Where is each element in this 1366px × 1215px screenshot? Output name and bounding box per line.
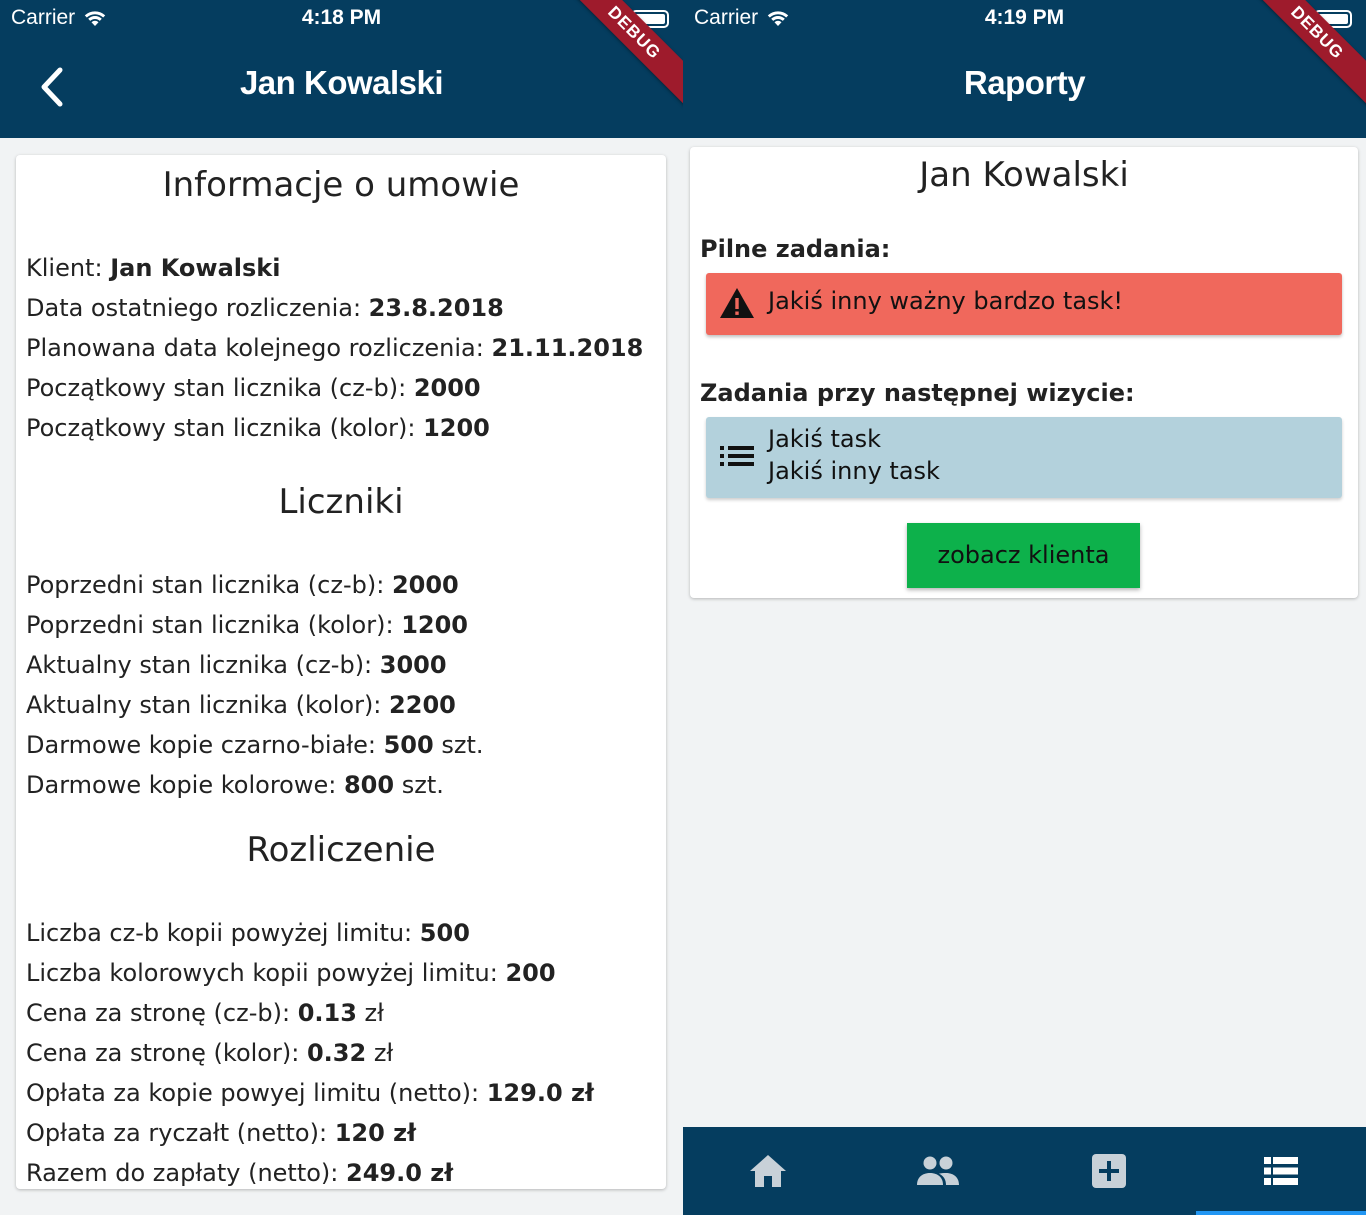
info-unit: szt. [441,731,484,759]
view-client-button[interactable]: zobacz klienta [907,523,1140,588]
status-bar: Carrier 4:19 PM [683,6,1366,32]
info-label: Planowana data kolejnego rozliczenia: [26,334,484,362]
info-value: 800 [343,771,395,799]
info-row: Opłata za ryczałt (netto): 120 zł [26,1119,416,1147]
urgent-task-text: Jakiś inny ważny bardzo task! [768,287,1124,315]
info-label: Razem do zapłaty (netto): [26,1159,339,1187]
nav-reports[interactable] [1196,1127,1366,1215]
info-row: Poprzedni stan licznika (kolor): 1200 [26,611,468,639]
bottom-navigation [683,1127,1366,1215]
info-value: 120 zł [334,1119,417,1147]
info-value: 200 [505,959,556,987]
info-row: Planowana data kolejnego rozliczenia: 21… [26,334,643,362]
info-label: Aktualny stan licznika (cz-b): [26,651,373,679]
info-unit: zł [373,1039,394,1067]
info-value: 21.11.2018 [491,334,644,362]
info-value: 2000 [413,374,481,402]
task-item: Jakiś task [768,425,882,453]
info-label: Początkowy stan licznika (cz-b): [26,374,407,402]
urgent-task-item[interactable]: Jakiś inny ważny bardzo task! [706,273,1342,335]
nav-clients[interactable] [853,1127,1023,1215]
info-label: Data ostatniego rozliczenia: [26,294,362,322]
urgent-tasks-label: Pilne zadania: [700,235,891,263]
info-value: 2000 [391,571,459,599]
view-list-icon [1264,1157,1298,1185]
app-bar: Carrier 4:18 PM DEBUG Jan Kowalski [0,0,683,138]
info-row: Aktualny stan licznika (cz-b): 3000 [26,651,447,679]
info-label: Aktualny stan licznika (kolor): [26,691,382,719]
info-value: 1200 [401,611,468,639]
active-tab-indicator [1196,1211,1366,1215]
task-item: Jakiś inny task [768,457,940,485]
warning-icon [718,286,756,324]
page-title: Raporty [963,64,1086,101]
info-value: 3000 [379,651,447,679]
info-label: Klient: [26,254,103,282]
section-title: Informacje o umowie [162,165,520,205]
list-icon [720,445,754,471]
clock: 4:19 PM [984,6,1065,29]
info-label: Cena za stronę (cz-b): [26,999,291,1027]
info-value: 23.8.2018 [368,294,504,322]
next-visit-tasks[interactable]: Jakiś task Jakiś inny task [706,417,1342,498]
client-name: Jan Kowalski [919,155,1129,195]
info-label: Darmowe kopie kolorowe: [26,771,337,799]
info-row: Liczba kolorowych kopii powyżej limitu: … [26,959,556,987]
page-title: Jan Kowalski [239,64,444,101]
info-row: Liczba cz-b kopii powyżej limitu: 500 [26,919,470,947]
info-row: Cena za stronę (kolor): 0.32 zł [26,1039,393,1067]
info-row: Opłata za kopie powyej limitu (netto): 1… [26,1079,594,1107]
info-label: Darmowe kopie czarno-białe: [26,731,376,759]
info-row: Początkowy stan licznika (cz-b): 2000 [26,374,481,402]
info-row: Data ostatniego rozliczenia: 23.8.2018 [26,294,504,322]
next-visit-label: Zadania przy następnej wizycie: [700,379,1135,407]
info-value: 0.32 [306,1039,367,1067]
info-value: 2200 [389,691,456,719]
app-bar: Carrier 4:19 PM DEBUG Raporty [683,0,1366,138]
contract-details-screen: Carrier 4:18 PM DEBUG Jan Kowalski Infor… [0,0,683,1215]
info-label: Cena za stronę (kolor): [26,1039,300,1067]
info-row: Poprzedni stan licznika (cz-b): 2000 [26,571,459,599]
info-value: 0.13 [297,999,357,1027]
info-row: Darmowe kopie kolorowe: 800 szt. [26,771,444,799]
info-value: Jan Kowalski [110,254,281,282]
nav-add[interactable] [1024,1127,1194,1215]
report-card: Jan Kowalski Pilne zadania: Jakiś inny w… [690,147,1358,598]
home-icon [750,1155,786,1187]
add-box-icon [1092,1154,1126,1188]
info-label: Poprzedni stan licznika (cz-b): [26,571,385,599]
contract-card: Informacje o umowie Klient: Jan Kowalski D… [16,155,666,1189]
info-row: Razem do zapłaty (netto): 249.0 zł [26,1159,453,1187]
info-label: Początkowy stan licznika (kolor): [26,414,416,442]
status-bar: Carrier 4:18 PM [0,6,683,32]
clock: 4:18 PM [301,6,382,29]
info-value: 500 [419,919,470,947]
info-row: Klient: Jan Kowalski [26,254,280,282]
section-title: Liczniki [278,482,404,522]
info-unit: zł [364,999,384,1027]
people-icon [917,1156,959,1185]
info-label: Opłata za kopie powyej limitu (netto): [26,1079,480,1107]
section-title: Rozliczenie [246,830,436,870]
info-row: Cena za stronę (cz-b): 0.13 zł [26,999,384,1027]
info-row: Aktualny stan licznika (kolor): 2200 [26,691,456,719]
info-value: 129.0 zł [486,1079,594,1107]
info-row: Darmowe kopie czarno-białe: 500 szt. [26,731,484,759]
info-label: Liczba cz-b kopii powyżej limitu: [26,919,413,947]
info-label: Opłata za ryczałt (netto): [26,1119,328,1147]
info-label: Liczba kolorowych kopii powyżej limitu: [26,959,498,987]
info-row: Początkowy stan licznika (kolor): 1200 [26,414,490,442]
info-unit: szt. [401,771,444,799]
info-label: Poprzedni stan licznika (kolor): [26,611,394,639]
info-value: 1200 [423,414,490,442]
info-value: 249.0 zł [346,1159,454,1187]
reports-screen: Carrier 4:19 PM DEBUG Raporty Jan Kowals… [683,0,1366,1215]
nav-home[interactable] [683,1127,853,1215]
info-value: 500 [383,731,434,759]
